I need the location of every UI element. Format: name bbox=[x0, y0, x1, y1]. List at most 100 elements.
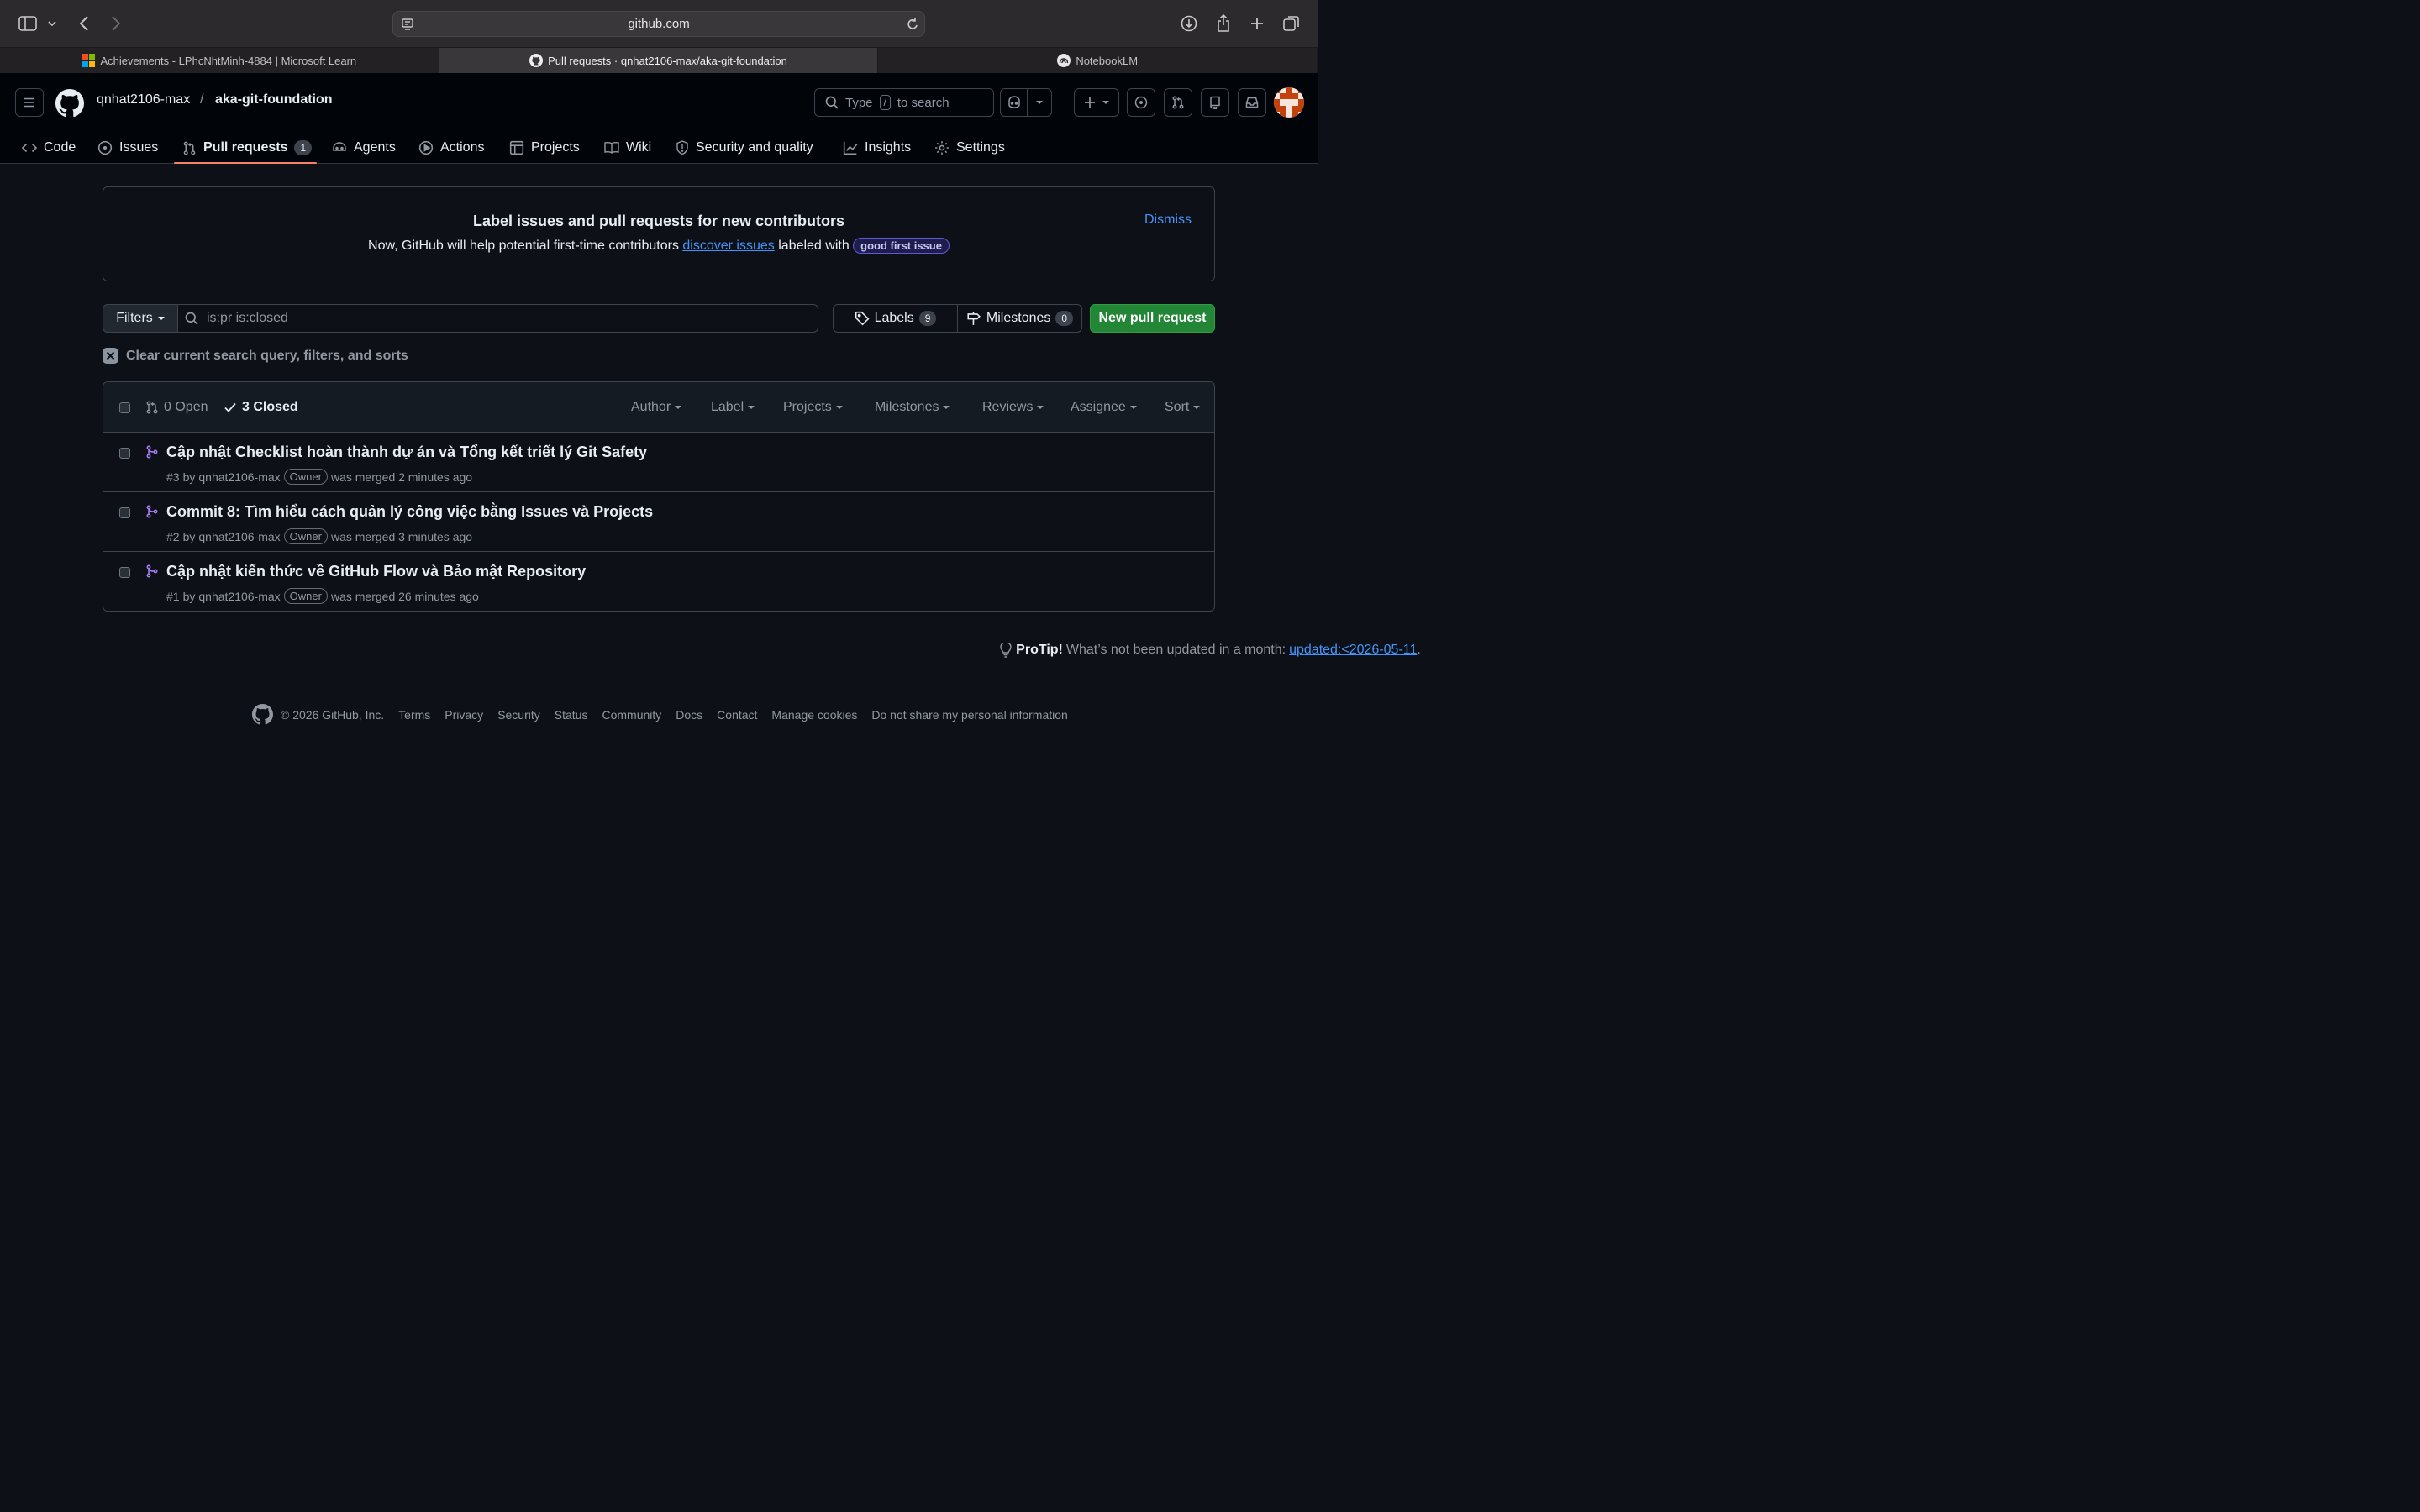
inbox-icon[interactable] bbox=[1238, 88, 1266, 117]
breadcrumb-owner[interactable]: qnhat2106-max bbox=[97, 92, 190, 108]
gear-icon bbox=[934, 140, 950, 155]
banner-text-start: Now, GitHub will help potential first-ti… bbox=[368, 239, 679, 253]
browser-tab-microsoft-learn[interactable]: Achievements - LPhcNhtMinh-4884 | Micros… bbox=[0, 48, 439, 73]
pr-title-link[interactable]: Cập nhật Checklist hoàn thành dự án và T… bbox=[166, 444, 647, 461]
new-tab-icon[interactable] bbox=[1245, 12, 1269, 35]
active-tab-indicator bbox=[174, 162, 317, 164]
avatar[interactable] bbox=[1274, 87, 1304, 118]
download-icon[interactable] bbox=[1177, 12, 1201, 35]
tab-label: Issues bbox=[119, 140, 159, 155]
tab-label: Actions bbox=[440, 140, 485, 155]
create-new-button[interactable] bbox=[1074, 88, 1119, 117]
tab-issues[interactable]: Issues bbox=[97, 131, 158, 165]
tab-projects[interactable]: Projects bbox=[509, 131, 580, 165]
row-checkbox[interactable] bbox=[119, 567, 130, 578]
browser-tab-pull-requests[interactable]: Pull requests · qnhat2106-max/aka-git-fo… bbox=[439, 48, 879, 73]
filters-button[interactable]: Filters bbox=[103, 304, 178, 333]
tab-code[interactable]: Code bbox=[22, 131, 76, 165]
new-pull-request-button[interactable]: New pull request bbox=[1090, 304, 1215, 333]
repositories-icon[interactable] bbox=[1201, 88, 1229, 117]
clear-filters[interactable]: Clear current search query, filters, and… bbox=[103, 348, 408, 364]
footer-link-community[interactable]: Community bbox=[602, 708, 661, 722]
menu-icon[interactable] bbox=[15, 88, 44, 117]
pr-author-link[interactable]: qnhat2106-max bbox=[198, 470, 280, 484]
author-filter[interactable]: Author bbox=[631, 400, 682, 415]
protip-text: What’s not been updated in a month: bbox=[1065, 643, 1286, 657]
tab-actions[interactable]: Actions bbox=[418, 131, 484, 165]
footer-link-privacy[interactable]: Privacy bbox=[445, 708, 483, 722]
row-checkbox[interactable] bbox=[119, 507, 130, 518]
close-icon[interactable] bbox=[103, 348, 118, 364]
microsoft-logo-icon bbox=[82, 54, 96, 67]
pr-status: was merged 2 minutes ago bbox=[330, 470, 473, 484]
footer-link-docs[interactable]: Docs bbox=[676, 708, 702, 722]
pull-requests-icon[interactable] bbox=[1164, 88, 1192, 117]
tab-settings[interactable]: Settings bbox=[934, 131, 1005, 165]
page-settings-icon[interactable] bbox=[401, 18, 414, 31]
discover-issues-link[interactable]: discover issues bbox=[682, 239, 774, 253]
pr-status: was merged 26 minutes ago bbox=[330, 589, 479, 603]
reviews-filter[interactable]: Reviews bbox=[982, 400, 1044, 415]
footer-link-status[interactable]: Status bbox=[555, 708, 588, 722]
book-icon bbox=[604, 141, 619, 155]
tab-wiki[interactable]: Wiki bbox=[604, 131, 651, 165]
list-header: 0 Open 3 Closed Author Label Projects Mi… bbox=[103, 382, 1214, 433]
footer-link-security[interactable]: Security bbox=[497, 708, 540, 722]
projects-filter[interactable]: Projects bbox=[783, 400, 843, 415]
milestones-label: Milestones bbox=[986, 311, 1051, 325]
protip-link[interactable]: updated:<2026-05-11 bbox=[1289, 643, 1417, 658]
copilot-button[interactable] bbox=[1000, 88, 1052, 117]
pr-author-link[interactable]: qnhat2106-max bbox=[198, 590, 280, 603]
tab-insights[interactable]: Insights bbox=[843, 131, 911, 165]
open-count: 0 Open bbox=[164, 400, 208, 414]
search-filter-input[interactable]: is:pr is:closed bbox=[177, 304, 818, 333]
plus-icon bbox=[1084, 97, 1096, 108]
global-search-input[interactable]: Type / to search bbox=[814, 88, 994, 117]
breadcrumb-repo[interactable]: aka-git-foundation bbox=[215, 92, 333, 108]
chevron-down-icon[interactable] bbox=[1028, 101, 1051, 104]
closed-count: 3 Closed bbox=[242, 400, 298, 414]
github-footer-logo-icon[interactable] bbox=[252, 704, 273, 725]
good-first-issue-label[interactable]: good first issue bbox=[853, 238, 950, 254]
select-all-checkbox[interactable] bbox=[119, 402, 130, 413]
tab-agents[interactable]: Agents bbox=[332, 131, 396, 165]
assignee-filter[interactable]: Assignee bbox=[1071, 400, 1137, 415]
share-icon[interactable] bbox=[1212, 12, 1235, 35]
footer-link-manage-cookies[interactable]: Manage cookies bbox=[771, 708, 857, 722]
milestones-button[interactable]: Milestones 0 bbox=[957, 305, 1081, 332]
tab-security[interactable]: Security and quality bbox=[676, 131, 813, 165]
tab-overview-icon[interactable] bbox=[1280, 12, 1303, 35]
owner-badge: Owner bbox=[283, 469, 328, 485]
pr-title-link[interactable]: Commit 8: Tìm hiểu cách quản lý công việ… bbox=[166, 503, 653, 521]
closed-filter[interactable]: 3 Closed bbox=[224, 400, 298, 415]
milestones-filter[interactable]: Milestones bbox=[875, 400, 950, 415]
footer-link-do-not-share[interactable]: Do not share my personal information bbox=[871, 708, 1067, 722]
pr-title-link[interactable]: Cập nhật kiến thức về GitHub Flow và Bảo… bbox=[166, 563, 586, 580]
search-placeholder-start: Type bbox=[845, 95, 873, 110]
labels-button[interactable]: Labels 9 bbox=[834, 305, 957, 332]
browser-tab-notebooklm[interactable]: NotebookLM bbox=[878, 48, 1318, 73]
pr-author-link[interactable]: qnhat2106-max bbox=[198, 530, 280, 543]
search-icon bbox=[825, 96, 839, 109]
sort-filter[interactable]: Sort bbox=[1165, 400, 1201, 415]
dismiss-button[interactable]: Dismiss bbox=[1144, 213, 1192, 228]
tag-icon bbox=[855, 311, 870, 326]
address-bar[interactable]: github.com bbox=[392, 11, 925, 37]
reload-icon[interactable] bbox=[906, 17, 919, 32]
issue-opened-icon bbox=[97, 140, 113, 155]
sidebar-toggle-icon[interactable] bbox=[16, 12, 39, 35]
label-filter[interactable]: Label bbox=[711, 400, 755, 415]
issues-icon[interactable] bbox=[1127, 88, 1155, 117]
github-logo-icon[interactable] bbox=[55, 89, 84, 118]
forward-icon[interactable] bbox=[104, 12, 128, 35]
tab-pull-requests[interactable]: Pull requests 1 bbox=[182, 131, 313, 165]
row-checkbox[interactable] bbox=[119, 448, 130, 459]
pr-meta: #1 by qnhat2106-max Owner was merged 26 … bbox=[166, 588, 479, 604]
chevron-down-icon[interactable] bbox=[42, 12, 62, 35]
browser-toolbar: github.com bbox=[0, 0, 1318, 47]
footer-link-terms[interactable]: Terms bbox=[398, 708, 430, 722]
owner-badge: Owner bbox=[283, 528, 328, 544]
back-icon[interactable] bbox=[72, 12, 96, 35]
footer-link-contact[interactable]: Contact bbox=[717, 708, 757, 722]
open-filter[interactable]: 0 Open bbox=[145, 400, 208, 415]
